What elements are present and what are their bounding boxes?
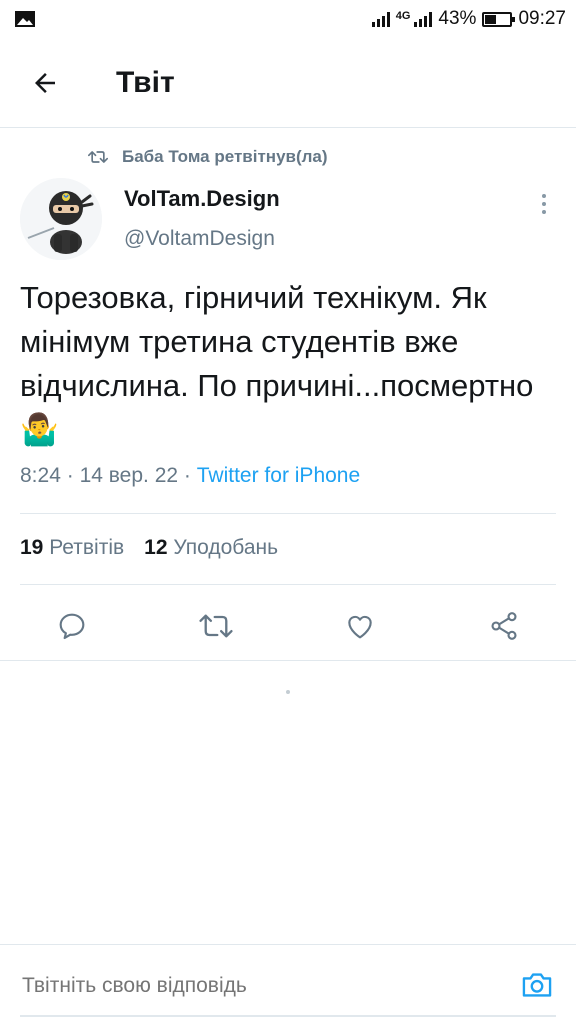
retweet-small-icon — [88, 151, 108, 163]
camera-icon — [522, 973, 552, 997]
section-divider — [0, 660, 576, 661]
author-name[interactable]: VolTam.Design — [124, 186, 280, 212]
arrow-left-icon — [35, 72, 55, 93]
status-bar: 4G 43% 09:27 — [0, 0, 576, 38]
meta-separator: · — [66, 464, 74, 487]
page-title: Твіт — [116, 65, 175, 99]
network-type: 4G — [395, 10, 411, 22]
likes-stat[interactable]: 12 Уподобань — [144, 536, 278, 560]
reply-underline — [20, 1015, 556, 1017]
back-button[interactable] — [0, 38, 90, 128]
likes-count: 12 — [144, 536, 168, 559]
share-button[interactable] — [484, 606, 524, 646]
share-icon — [491, 612, 517, 640]
more-options-button[interactable] — [530, 190, 558, 218]
retweeted-by-label: Баба Тома ретвітнув(ла) — [122, 147, 328, 166]
author-handle[interactable]: @VoltamDesign — [124, 227, 275, 251]
divider-2 — [20, 584, 556, 585]
tweet-actions — [0, 598, 576, 654]
like-button[interactable] — [340, 606, 380, 646]
loading-indicator — [286, 690, 290, 694]
image-notification-icon — [15, 11, 35, 27]
meta-separator-2: · — [183, 464, 191, 487]
reply-icon — [59, 613, 85, 640]
retweets-stat[interactable]: 19 Ретвітів — [20, 536, 124, 560]
retweet-context[interactable]: Баба Тома ретвітнув(ла) — [88, 144, 328, 170]
avatar[interactable] — [20, 178, 102, 260]
signal-icon-2 — [414, 11, 433, 27]
battery-percent: 43% — [438, 8, 477, 29]
more-vertical-icon — [542, 194, 546, 214]
tweet-text: Торезовка, гірничий технікум. Як мінімум… — [20, 280, 543, 447]
like-icon — [348, 615, 372, 639]
ninja-avatar-image — [20, 178, 102, 260]
tweet-time: 8:24 — [20, 464, 61, 487]
tweet-meta: 8:24 · 14 вер. 22 · Twitter for iPhone — [20, 464, 360, 488]
top-app-bar: Твіт — [0, 38, 576, 128]
retweets-count: 19 — [20, 536, 44, 559]
camera-button[interactable] — [519, 967, 555, 1003]
divider — [20, 513, 556, 514]
clock: 09:27 — [518, 8, 566, 29]
reply-input[interactable] — [22, 971, 492, 1001]
retweet-icon — [199, 614, 233, 638]
retweets-label: Ретвітів — [49, 536, 125, 559]
retweet-button[interactable] — [196, 606, 236, 646]
likes-label: Уподобань — [173, 536, 279, 559]
battery-icon — [482, 11, 516, 27]
reply-bar — [0, 944, 576, 1024]
signal-icon — [371, 11, 390, 27]
reply-button[interactable] — [52, 606, 92, 646]
tweet-stats: 19 Ретвітів 12 Уподобань — [20, 536, 278, 560]
tweet-detail-screen: 4G 43% 09:27 Твіт Баба Тома ретвітнув(ла… — [0, 0, 576, 1024]
tweet-source-link[interactable]: Twitter for iPhone — [197, 464, 360, 487]
tweet-date: 14 вер. 22 — [79, 464, 179, 487]
